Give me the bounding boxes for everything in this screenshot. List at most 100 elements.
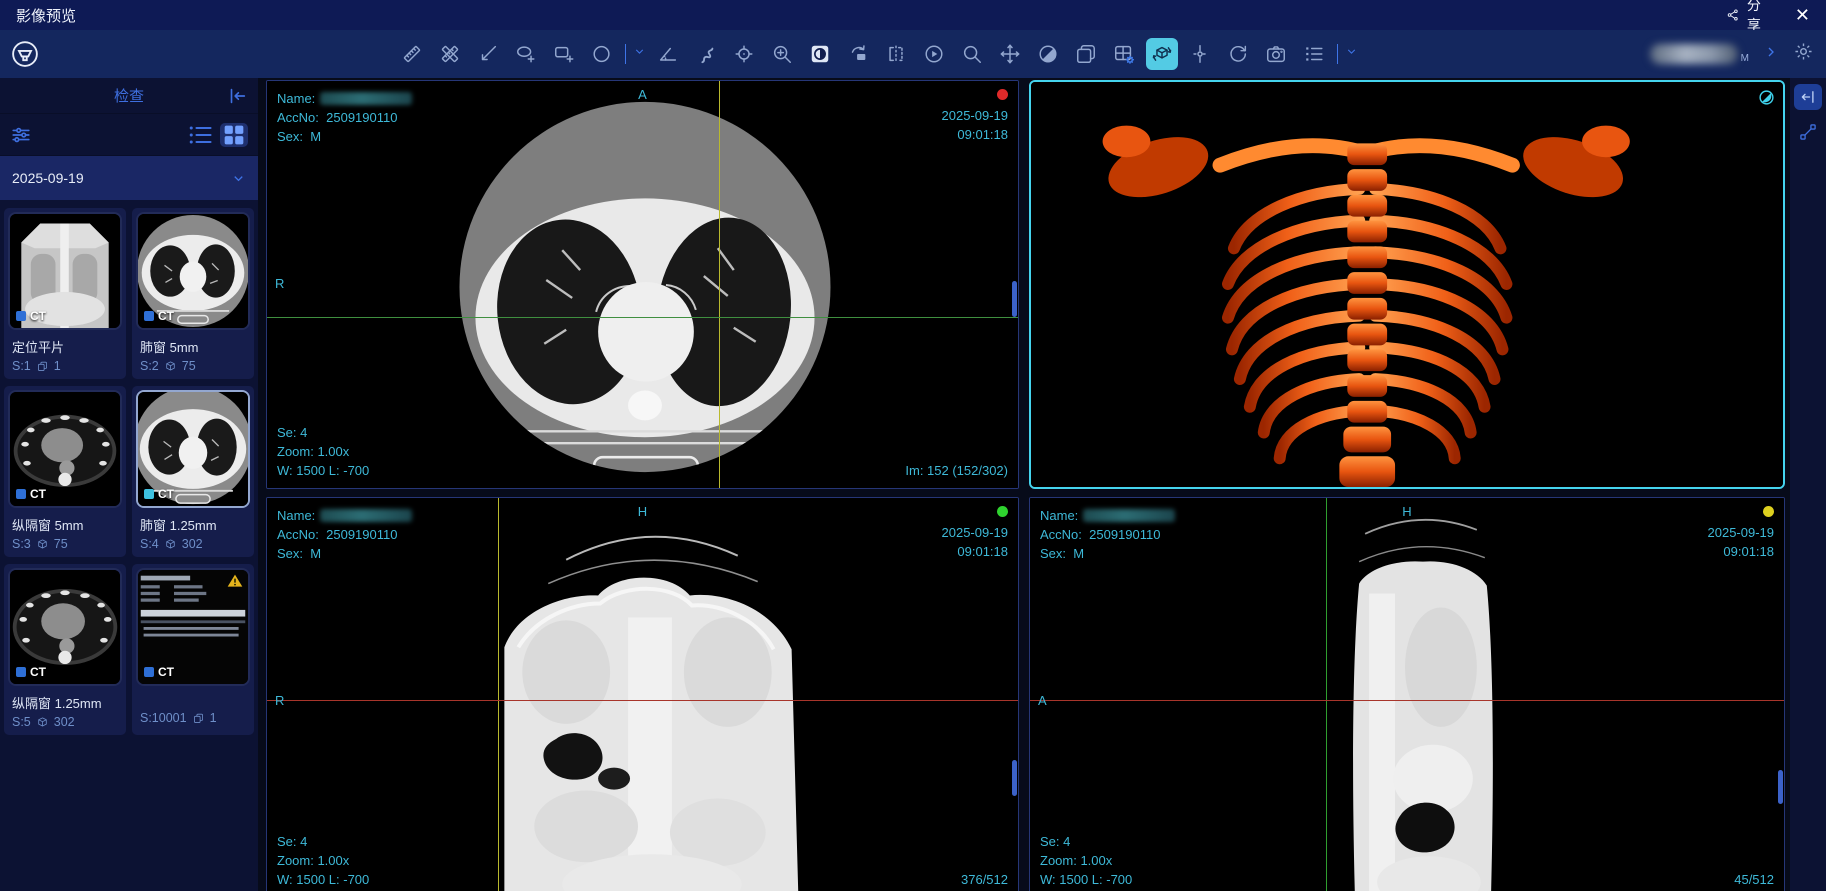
stack-scrollbar-thumb[interactable] [1778, 770, 1783, 804]
reference-line-tool-button[interactable] [1184, 38, 1216, 70]
magnify-tool-button[interactable] [766, 38, 798, 70]
image-index-overlay: 45/512 [1734, 870, 1774, 889]
reference-line-horizontal[interactable] [267, 317, 1018, 318]
settings-gear-icon[interactable] [1793, 41, 1814, 67]
reference-line-horizontal[interactable] [1030, 700, 1784, 701]
series-meta: S:3 75 [12, 537, 122, 551]
series-name [140, 693, 248, 708]
sidebar-title: 检查 [114, 85, 144, 106]
series-info-overlay: Se: 4 Zoom: 1.00x W: 1500 L: -700 [277, 832, 369, 889]
right-panel-strip [1790, 78, 1826, 891]
image-index-overlay: Im: 152 (152/302) [905, 461, 1008, 480]
series-number: S:3 [12, 537, 31, 551]
flip-horizontal-tool-button[interactable] [880, 38, 912, 70]
series-thumbnail[interactable]: CT 定位平片 S:1 1 [4, 208, 126, 379]
circle-roi-tool-button[interactable] [586, 38, 618, 70]
rotate-tool-button[interactable] [842, 38, 874, 70]
pan-tool-button[interactable] [994, 38, 1026, 70]
tool-separator [1337, 44, 1338, 64]
spine-curve-tool-button[interactable] [690, 38, 722, 70]
series-thumbnail[interactable]: CT 肺窗 5mm S:2 75 [132, 208, 254, 379]
next-patient-chevron-icon[interactable] [1763, 44, 1779, 65]
series-thumbnail-selected[interactable]: CT 肺窗 1.25mm S:4 302 [132, 386, 254, 557]
tool-group [396, 38, 1358, 70]
series-thumbnail[interactable]: CT 纵隔窗 5mm S:3 75 [4, 386, 126, 557]
invert-icon[interactable] [1758, 89, 1775, 106]
stack-scrollbar-thumb[interactable] [1012, 760, 1017, 796]
reference-line-vertical[interactable] [498, 498, 499, 891]
series-number: S:1 [12, 359, 31, 373]
series-sidebar: 检查 2025-09-19 [0, 78, 258, 891]
stack-layers-tool-button[interactable] [1070, 38, 1102, 70]
orientation-label-top: H [638, 504, 647, 519]
expand-right-panel-button[interactable] [1794, 84, 1822, 110]
reference-line-vertical[interactable] [719, 81, 720, 488]
rotate-3d-tool-button[interactable] [1146, 38, 1178, 70]
viewport-sagittal[interactable]: H A Name: AccNo: 2509190110 Sex: M 2025-… [1029, 497, 1785, 891]
patient-name-redacted [320, 92, 412, 105]
rect-roi-tool-button[interactable] [548, 38, 580, 70]
roi-more-chevron-icon[interactable] [633, 45, 646, 63]
patient-name-redacted [1083, 509, 1175, 522]
patient-info-overlay: Name: AccNo: 2509190110 Sex: M [277, 506, 412, 563]
patient-selector[interactable]: M [1650, 44, 1749, 64]
filter-sliders-icon[interactable] [10, 124, 32, 146]
ellipse-roi-tool-button[interactable] [510, 38, 542, 70]
cross-rulers-tool-button[interactable] [434, 38, 466, 70]
series-meta: S:2 75 [140, 359, 250, 373]
page-title: 影像预览 [16, 5, 76, 26]
reference-line-vertical[interactable] [1326, 498, 1327, 891]
collapse-sidebar-icon[interactable] [226, 85, 248, 107]
series-thumbnail[interactable]: CT S:10001 1 [132, 564, 254, 735]
series-meta: S:5 302 [12, 715, 122, 729]
thumbnail-image-dose-report: CT [136, 568, 250, 686]
viewport-coronal[interactable]: H R Name: AccNo: 2509190110 Sex: M 2025-… [266, 497, 1019, 891]
orientation-label-left: A [1038, 693, 1047, 708]
study-date-label: 2025-09-19 [12, 170, 84, 186]
invert-tool-button[interactable] [1032, 38, 1064, 70]
grid-view-button[interactable] [220, 123, 248, 147]
list-more-chevron-icon[interactable] [1345, 45, 1358, 63]
modality-badge: CT [144, 309, 174, 323]
series-thumbnail[interactable]: CT 纵隔窗 1.25mm S:5 302 [4, 564, 126, 735]
status-dot [997, 89, 1008, 100]
layout-grid-settings-tool-button[interactable] [1108, 38, 1140, 70]
probe-target-tool-button[interactable] [728, 38, 760, 70]
ruler-tool-button[interactable] [396, 38, 428, 70]
copy-icon [36, 360, 49, 373]
viewer-logo-icon [10, 39, 40, 69]
series-number: S:4 [140, 537, 159, 551]
series-list-tool-button[interactable] [1298, 38, 1330, 70]
snapshot-tool-button[interactable] [1260, 38, 1292, 70]
series-name: 定位平片 [12, 337, 120, 356]
viewport-axial[interactable]: A R Name: AccNo: 2509190110 Sex: M 2025-… [266, 80, 1019, 489]
series-name: 肺窗 5mm [140, 337, 248, 356]
series-meta: S:1 1 [12, 359, 122, 373]
toolbar-right-group: M [1650, 38, 1814, 70]
series-info-overlay: Se: 4 Zoom: 1.00x W: 1500 L: -700 [277, 423, 369, 480]
close-button[interactable]: ✕ [1795, 6, 1810, 24]
reference-line-horizontal[interactable] [267, 700, 1018, 701]
reset-tool-button[interactable] [1222, 38, 1254, 70]
search-tool-button[interactable] [956, 38, 988, 70]
image-count: 75 [182, 359, 196, 373]
main-toolbar: M [0, 30, 1826, 78]
chevron-down-icon [231, 171, 246, 186]
cine-play-tool-button[interactable] [918, 38, 950, 70]
list-view-button[interactable] [186, 123, 214, 147]
sidebar-header: 检查 [0, 78, 258, 114]
stack-scrollbar-thumb[interactable] [1012, 281, 1017, 317]
window-level-tool-button[interactable] [804, 38, 836, 70]
modality-badge: CT [16, 309, 46, 323]
viewport-3d-volume[interactable] [1029, 80, 1785, 489]
angle-tool-button[interactable] [652, 38, 684, 70]
arrow-annotation-tool-button[interactable] [472, 38, 504, 70]
series-info-overlay: Se: 4 Zoom: 1.00x W: 1500 L: -700 [1040, 832, 1132, 889]
orientation-label-top: A [638, 87, 647, 102]
series-number: S:5 [12, 715, 31, 729]
modality-color-square [144, 489, 154, 499]
study-datetime-overlay: 2025-09-19 09:01:18 [942, 87, 1009, 144]
image-count: 302 [54, 715, 75, 729]
series-link-icon[interactable] [1798, 122, 1818, 142]
study-date-group[interactable]: 2025-09-19 [0, 156, 258, 200]
